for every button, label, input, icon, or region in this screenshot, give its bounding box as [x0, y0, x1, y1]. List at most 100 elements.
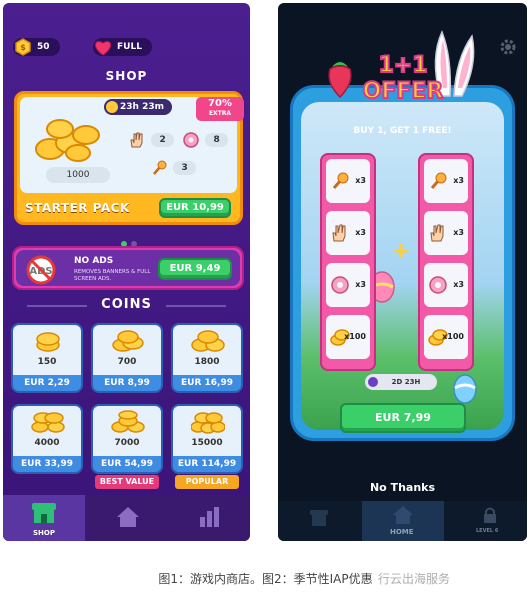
offer-column-right: x3 x3 x3 x100 — [418, 153, 474, 371]
nav-level-label: LEVEL 6 — [476, 528, 499, 534]
nav-home-label: HOME — [390, 528, 414, 536]
coin-pack-price: EUR 33,99 — [21, 459, 73, 469]
no-ads-icon: ADS — [24, 255, 58, 285]
home-icon[interactable] — [115, 505, 141, 533]
coin-pack-tile[interactable]: 150 EUR 2,29 — [11, 323, 83, 393]
coin-stack-icon — [31, 329, 65, 353]
offer-item: x3 — [326, 159, 370, 203]
no-ads-title: NO ADS — [74, 256, 114, 266]
nav-shop[interactable]: SHOP — [3, 495, 85, 541]
coin-pack-price: EUR 54,99 — [101, 459, 153, 469]
nav-shop-label: SHOP — [33, 529, 55, 537]
best-value-tag: BEST VALUE — [95, 475, 159, 489]
timer-text: 23h 23m — [120, 102, 164, 112]
starter-donut-item: 8 — [182, 131, 228, 149]
offer-item-qty: x100 — [442, 332, 464, 341]
starter-pack-card[interactable]: 23h 23m 1000 2 8 3 70% EXTRA STARTER PAC… — [14, 91, 244, 225]
offer-item-qty: x3 — [355, 228, 366, 237]
lives-status[interactable]: FULL — [93, 38, 152, 56]
nav-home[interactable]: HOME — [362, 501, 444, 541]
figure-caption: 图1：游戏内商店。图2：季节性IAP优惠 — [158, 572, 373, 586]
hand-icon — [128, 131, 146, 149]
spoon-icon — [428, 171, 448, 191]
coin-pack-amount: 150 — [37, 357, 57, 367]
popular-tag: POPULAR — [175, 475, 239, 489]
gear-icon[interactable] — [499, 38, 517, 56]
coin-balance[interactable]: $ 50 — [13, 38, 60, 56]
coin-pack-amount: 7000 — [114, 438, 140, 448]
donut-icon — [428, 275, 448, 295]
badge-percent: 70% — [208, 98, 232, 109]
coin-pack-tile[interactable]: 7000 EUR 54,99 — [91, 404, 163, 474]
offer-item: x3 — [424, 159, 468, 203]
donut-count: 8 — [205, 133, 228, 147]
offer-item-qty: x3 — [453, 176, 464, 185]
spoon-icon — [150, 159, 168, 177]
offer-item: x100 — [326, 315, 370, 359]
spoon-count: 3 — [173, 161, 196, 175]
coin-balance-value: 50 — [37, 42, 50, 52]
coin-pack-tile[interactable]: 700 EUR 8,99 — [91, 323, 163, 393]
coin-pack-amount: 4000 — [34, 438, 60, 448]
offer-item: x3 — [424, 263, 468, 307]
coin-stack-icon — [191, 329, 225, 353]
nav-level[interactable]: LEVEL 6 — [470, 501, 510, 541]
coin-stack-icon — [111, 410, 145, 434]
coin-pack-tile[interactable]: 4000 EUR 33,99 — [11, 404, 83, 474]
offer-item: x3 — [326, 211, 370, 255]
starter-coins-count: 1000 — [46, 167, 110, 183]
offer-buy-button[interactable]: EUR 7,99 — [340, 403, 466, 433]
heart-icon — [91, 35, 115, 59]
offer-item-qty: x3 — [453, 228, 464, 237]
donut-icon — [182, 131, 200, 149]
shop-title: SHOP — [105, 69, 148, 83]
no-ads-subtitle: REMOVES BANNERS & FULL SCREEN ADS. — [74, 269, 151, 282]
tile-top: 15000 — [173, 406, 241, 456]
donut-icon — [330, 275, 350, 295]
no-ads-buy-button[interactable]: EUR 9,49 — [158, 258, 232, 280]
coin-pack-price: EUR 16,99 — [181, 378, 233, 388]
starter-spoon-item: 3 — [150, 159, 196, 177]
no-ads-card[interactable]: ADS NO ADS REMOVES BANNERS & FULL SCREEN… — [12, 246, 244, 290]
clock-icon — [106, 101, 118, 113]
coin-stack-icon — [111, 329, 145, 353]
coin-stack-icon — [31, 410, 65, 434]
offer-column-left: x3 x3 x3 x100 — [320, 153, 376, 371]
store-icon — [29, 501, 59, 529]
offer-item: x3 — [424, 211, 468, 255]
offer-item-qty: x3 — [453, 280, 464, 289]
tile-top: 7000 — [93, 406, 161, 456]
badge-label: EXTRA — [208, 110, 232, 117]
leaderboard-icon[interactable] — [197, 505, 223, 533]
tile-top: 4000 — [13, 406, 81, 456]
offer-item-qty: x100 — [344, 332, 366, 341]
offer-item-qty: x3 — [355, 176, 366, 185]
starter-pack-buy-button[interactable]: EUR 10,99 — [159, 198, 231, 218]
offer-title: 1+1 OFFER — [362, 52, 445, 105]
coin-pack-tile[interactable]: 1800 EUR 16,99 — [171, 323, 243, 393]
no-thanks-button[interactable]: No Thanks — [278, 481, 527, 494]
coin-pile-icon — [32, 117, 102, 162]
hand-icon — [428, 223, 448, 243]
offer-item: x3 — [326, 263, 370, 307]
coin-pack-price: EUR 2,29 — [24, 378, 70, 388]
egg-icon — [453, 374, 477, 404]
coin-pack-amount: 1800 — [194, 357, 220, 367]
spoon-icon — [330, 171, 350, 191]
hand-icon — [330, 223, 350, 243]
coin-pack-tile[interactable]: 15000 EUR 114,99 — [171, 404, 243, 474]
home-icon — [392, 505, 414, 529]
coin-pack-price: EUR 114,99 — [177, 459, 237, 469]
offer-item: x100 — [424, 315, 468, 359]
offer-timer: 2D 23H — [365, 374, 437, 390]
lives-status-value: FULL — [117, 42, 142, 52]
starter-pack-label: STARTER PACK — [25, 201, 130, 215]
shop-screen: $ 50 FULL SHOP 23h 23m 1000 2 8 3 70% EX… — [3, 3, 250, 541]
bottom-nav: SHOP — [3, 495, 250, 541]
coin-pack-amount: 700 — [117, 357, 137, 367]
watermark: 行云出海服务 — [378, 572, 451, 586]
offer-item-qty: x3 — [355, 280, 366, 289]
top-bar: $ 50 FULL — [3, 3, 250, 56]
store-icon[interactable] — [308, 509, 330, 531]
coin-pack-amount: 15000 — [191, 438, 223, 448]
